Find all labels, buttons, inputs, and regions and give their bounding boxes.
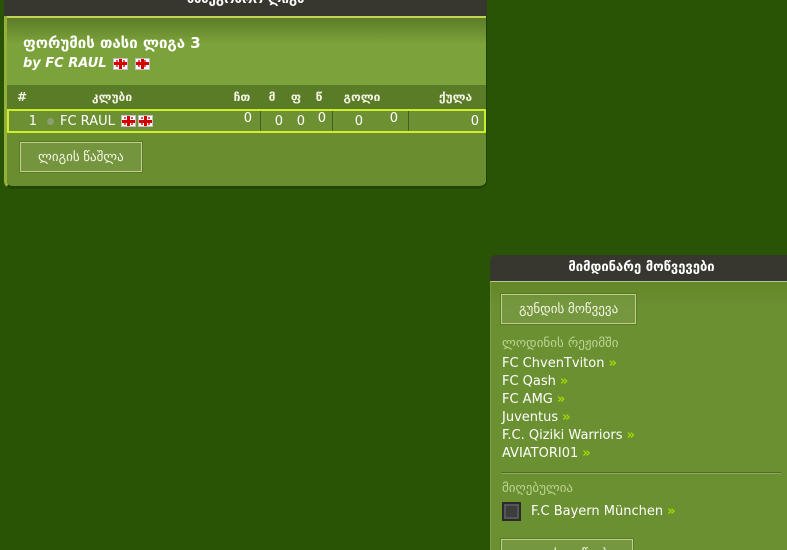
section-divider bbox=[501, 472, 781, 474]
league-name: ფორუმის თასი ლიგა 3 bbox=[23, 34, 201, 52]
invitations-panel-titlebar: მიმდინარე მოწვევები bbox=[490, 255, 787, 281]
row-played: 0 bbox=[217, 111, 261, 131]
team-name: Juventus bbox=[502, 410, 559, 425]
delete-league-button[interactable]: ლიგის წაშლა bbox=[20, 142, 142, 172]
double-arrow-icon: » bbox=[667, 503, 676, 519]
pending-team-link[interactable]: AVIATORI01» bbox=[502, 445, 781, 463]
row-won: 0 bbox=[274, 113, 283, 129]
column-header-goals: გოლი bbox=[343, 90, 381, 104]
pending-team-link[interactable]: F.C. Qiziki Warriors» bbox=[502, 427, 781, 445]
column-header-position: # bbox=[17, 90, 28, 104]
league-panel: სამეგობრო ლიგა ფორუმის თასი ლიგა 3 by FC… bbox=[4, 0, 487, 189]
row-club-cell[interactable]: FC RAUL bbox=[39, 114, 217, 129]
invitations-panel: მიმდინარე მოწვევები გუნდის მოწვევა ლოდინ… bbox=[490, 255, 787, 550]
pending-team-link[interactable]: FC Qash» bbox=[502, 373, 781, 391]
accepted-team-checkbox[interactable] bbox=[502, 502, 521, 521]
pending-section-label: ლოდინის რეჟიმში bbox=[502, 336, 619, 351]
row-lost: 0 bbox=[309, 111, 333, 131]
row-points: 0 bbox=[470, 113, 479, 129]
league-header: ფორუმის თასი ლიგა 3 by FC RAUL bbox=[7, 16, 486, 85]
row-goals-for: 0 bbox=[354, 113, 363, 129]
double-arrow-icon: » bbox=[559, 374, 569, 389]
row-goals-against: 0 bbox=[367, 111, 409, 131]
club-status-dot-icon bbox=[47, 117, 54, 125]
georgia-flag-icon bbox=[137, 115, 153, 127]
league-panel-titlebar: სამეგობრო ლიგა bbox=[4, 0, 487, 16]
double-arrow-icon: » bbox=[582, 446, 591, 461]
league-byline: by FC RAUL bbox=[23, 56, 486, 71]
double-arrow-icon: » bbox=[608, 356, 617, 371]
team-name: F.C. Qiziki Warriors bbox=[502, 428, 623, 443]
team-name: F.C Bayern München bbox=[531, 503, 664, 519]
start-league-button[interactable]: ლიგის დაწყება bbox=[501, 539, 633, 550]
league-panel-title: სამეგობრო ლიგა bbox=[4, 0, 487, 8]
georgia-flag-icon bbox=[113, 57, 129, 70]
double-arrow-icon: » bbox=[562, 410, 571, 425]
pending-team-link[interactable]: Juventus» bbox=[502, 409, 781, 427]
pending-team-link[interactable]: FC ChvenTviton» bbox=[502, 355, 781, 373]
pending-team-link[interactable]: FC AMG» bbox=[502, 391, 781, 409]
team-name: FC AMG bbox=[502, 392, 553, 407]
club-name: FC RAUL bbox=[60, 113, 115, 129]
accepted-team-link[interactable]: F.C Bayern München» bbox=[531, 503, 676, 521]
invitations-panel-title: მიმდინარე მოწვევები bbox=[568, 260, 715, 275]
row-drawn: 0 bbox=[296, 113, 305, 129]
team-name: FC ChvenTviton bbox=[502, 356, 605, 371]
table-row[interactable]: 1 FC RAUL 0 0 0 0 0 0 0 bbox=[7, 109, 486, 133]
page-background: სამეგობრო ლიგა ფორუმის თასი ლიგა 3 by FC… bbox=[0, 0, 787, 550]
double-arrow-icon: » bbox=[626, 428, 635, 443]
column-header-lost: წ bbox=[315, 90, 323, 104]
column-header-drawn: ფ bbox=[290, 90, 302, 104]
invite-team-button[interactable]: გუნდის მოწვევა bbox=[501, 294, 637, 324]
accepted-team-row: F.C Bayern München» bbox=[502, 502, 781, 521]
accepted-section-label: მიღებულია bbox=[502, 481, 574, 496]
georgia-flag-icon bbox=[134, 57, 150, 70]
double-arrow-icon: » bbox=[556, 392, 566, 407]
league-table-header: # კლუბი ჩთ მ ფ წ გოლი ქულა bbox=[7, 85, 486, 109]
team-name: AVIATORI01 bbox=[502, 446, 579, 461]
column-header-points: ქულა bbox=[438, 90, 473, 104]
row-position: 1 bbox=[28, 113, 37, 129]
league-byline-text: by FC RAUL bbox=[23, 56, 107, 71]
start-league-wrapper: ლიგის დაწყება bbox=[501, 537, 781, 550]
invitations-panel-body: გუნდის მოწვევა ლოდინის რეჟიმში FC ChvenT… bbox=[490, 281, 787, 550]
georgia-flag-icon bbox=[120, 115, 136, 127]
column-header-played: ჩთ bbox=[233, 90, 251, 104]
column-header-club: კლუბი bbox=[91, 90, 133, 104]
league-panel-body: ფორუმის თასი ლიგა 3 by FC RAUL # კლუბი ჩ… bbox=[4, 16, 487, 189]
league-footer: ლიგის წაშლა bbox=[7, 133, 486, 186]
column-header-won: მ bbox=[268, 90, 276, 104]
league-table-rows: 1 FC RAUL 0 0 0 0 0 0 0 bbox=[7, 109, 486, 133]
team-name: FC Qash bbox=[502, 374, 556, 389]
